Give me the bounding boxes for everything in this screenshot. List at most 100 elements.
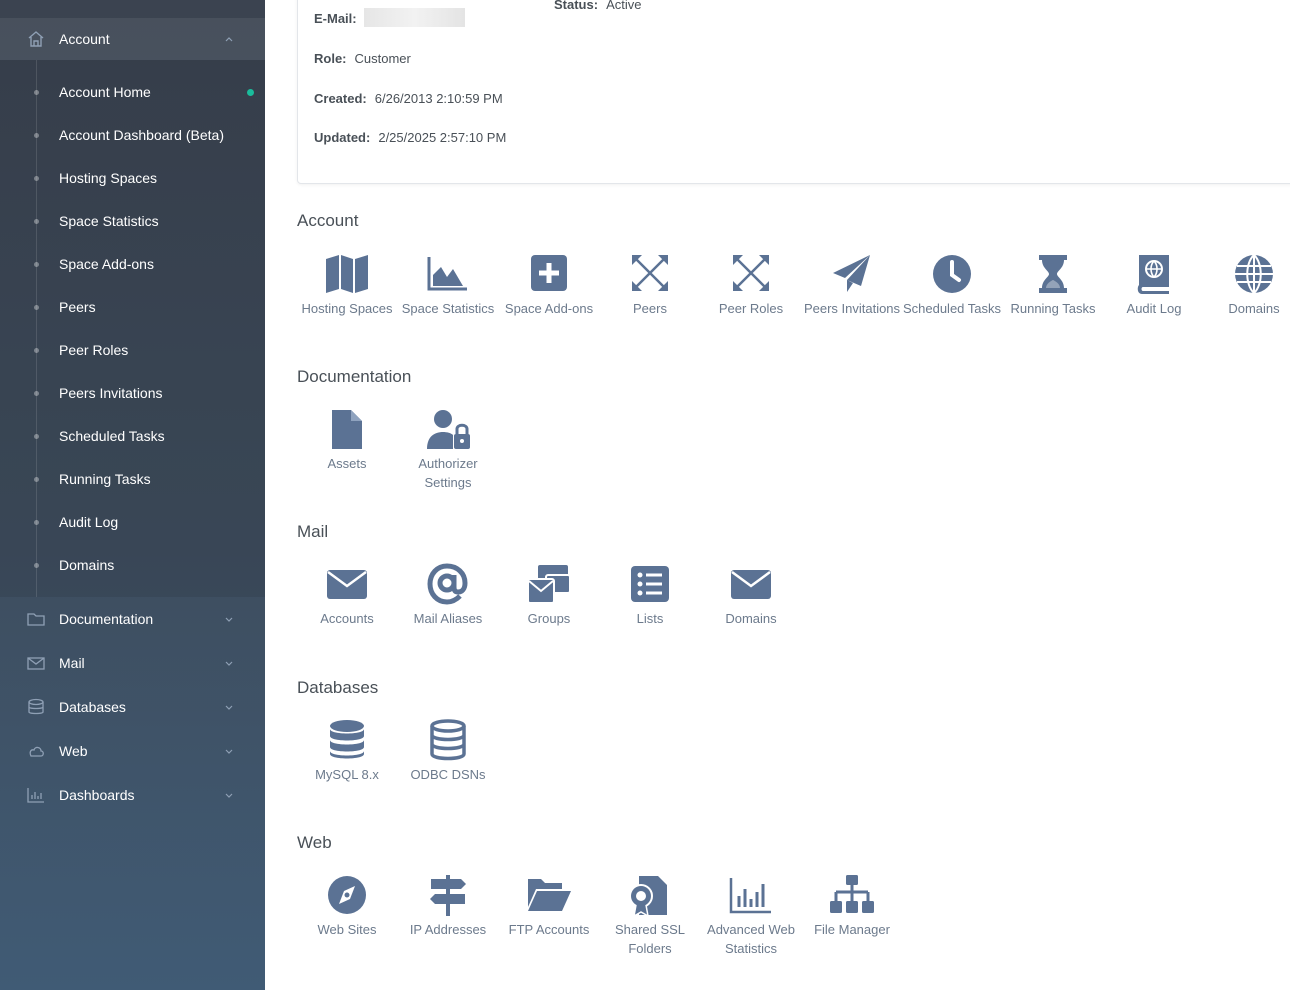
tile-space-addons[interactable]: Space Add-ons bbox=[499, 253, 599, 318]
database-outline-icon bbox=[430, 719, 466, 761]
sidebar-menu-mail[interactable]: Mail bbox=[0, 645, 265, 681]
sidebar-item-label: Peers Invitations bbox=[59, 385, 163, 401]
sitemap-icon bbox=[830, 875, 874, 913]
tile-odbc-dsns[interactable]: ODBC DSNs bbox=[398, 719, 498, 784]
active-indicator bbox=[247, 89, 254, 96]
tile-advanced-web-statistics[interactable]: Advanced Web Statistics bbox=[701, 874, 801, 958]
sidebar-item-peers[interactable]: Peers bbox=[0, 292, 265, 322]
sidebar-item-account-home[interactable]: Account Home bbox=[0, 77, 265, 107]
tile-label: FTP Accounts bbox=[508, 922, 590, 937]
tile-peers[interactable]: Peers bbox=[600, 253, 700, 318]
bullet-icon bbox=[34, 90, 39, 95]
tile-label: Space Statistics bbox=[401, 301, 495, 316]
tile-label: Advanced Web Statistics bbox=[707, 922, 795, 956]
email-field: E-Mail: bbox=[314, 11, 365, 26]
signpost-icon bbox=[430, 875, 466, 916]
sidebar-item-space-addons[interactable]: Space Add-ons bbox=[0, 249, 265, 279]
folder-open-icon bbox=[528, 879, 571, 911]
sidebar-menu-databases[interactable]: Databases bbox=[0, 689, 265, 725]
bullet-icon bbox=[34, 391, 39, 396]
sidebar-item-domains[interactable]: Domains bbox=[0, 550, 265, 580]
tile-authorizer-settings[interactable]: Authorizer Settings bbox=[398, 408, 498, 492]
email-label: E-Mail: bbox=[314, 11, 357, 26]
created-value: 6/26/2013 2:10:59 PM bbox=[374, 91, 503, 106]
tile-assets[interactable]: Assets bbox=[297, 408, 397, 473]
hourglass-icon bbox=[1039, 255, 1067, 293]
sidebar-item-audit-log[interactable]: Audit Log bbox=[0, 507, 265, 537]
tile-label: Shared SSL Folders bbox=[614, 922, 686, 956]
tile-ftp-accounts[interactable]: FTP Accounts bbox=[499, 874, 599, 939]
paper-plane-icon bbox=[833, 255, 870, 292]
tile-web-sites[interactable]: Web Sites bbox=[297, 874, 397, 939]
tile-label: Domains bbox=[725, 611, 777, 626]
envelope-icon bbox=[731, 570, 771, 599]
tile-running-tasks[interactable]: Running Tasks bbox=[1003, 253, 1103, 318]
tile-label: Web Sites bbox=[317, 922, 377, 937]
updated-value: 2/25/2025 2:57:10 PM bbox=[378, 130, 507, 145]
tile-mail-domains[interactable]: Domains bbox=[701, 563, 801, 628]
sidebar-section-account[interactable]: Account bbox=[0, 18, 265, 60]
chevron-down-icon[interactable] bbox=[224, 702, 234, 712]
chevron-down-icon[interactable] bbox=[224, 614, 234, 624]
tile-label: Domains bbox=[1228, 301, 1280, 316]
database-icon bbox=[28, 698, 44, 715]
sidebar-item-hosting-spaces[interactable]: Hosting Spaces bbox=[0, 163, 265, 193]
bullet-icon bbox=[34, 219, 39, 224]
sidebar-menu-web[interactable]: Web bbox=[0, 733, 265, 769]
at-sign-icon bbox=[427, 563, 468, 605]
tile-mail-aliases[interactable]: Mail Aliases bbox=[398, 563, 498, 628]
tile-peer-roles[interactable]: Peer Roles bbox=[701, 253, 801, 318]
section-title-documentation: Documentation bbox=[297, 367, 412, 386]
globe-icon bbox=[1235, 254, 1273, 294]
home-icon bbox=[28, 31, 44, 47]
tile-label: Peers Invitations bbox=[803, 301, 901, 316]
tile-ip-addresses[interactable]: IP Addresses bbox=[398, 874, 498, 939]
status-field: Status: Active bbox=[554, 0, 641, 12]
chevron-down-icon[interactable] bbox=[224, 746, 234, 756]
section-title-web: Web bbox=[297, 833, 332, 852]
role-label: Role: bbox=[314, 51, 347, 66]
tile-hosting-spaces[interactable]: Hosting Spaces bbox=[297, 253, 397, 318]
sidebar-item-running-tasks[interactable]: Running Tasks bbox=[0, 464, 265, 494]
sidebar-item-scheduled-tasks[interactable]: Scheduled Tasks bbox=[0, 421, 265, 451]
tile-domains[interactable]: Domains bbox=[1204, 253, 1290, 318]
sidebar-menu-label: Web bbox=[59, 743, 88, 759]
tile-label: Lists bbox=[636, 611, 664, 626]
chevron-down-icon[interactable] bbox=[224, 658, 234, 668]
tile-mail-accounts[interactable]: Accounts bbox=[297, 563, 397, 628]
tile-label: Mail Aliases bbox=[413, 611, 483, 626]
created-label: Created: bbox=[314, 91, 367, 106]
tile-mail-lists[interactable]: Lists bbox=[600, 563, 700, 628]
tile-label: Peer Roles bbox=[718, 301, 784, 316]
sidebar-item-label: Running Tasks bbox=[59, 471, 151, 487]
sidebar-item-peers-invitations[interactable]: Peers Invitations bbox=[0, 378, 265, 408]
sidebar-item-account-dashboard[interactable]: Account Dashboard (Beta) bbox=[0, 120, 265, 150]
sidebar-menu-dashboards[interactable]: Dashboards bbox=[0, 777, 265, 813]
sidebar-item-label: Space Statistics bbox=[59, 213, 159, 229]
chevron-down-icon[interactable] bbox=[224, 790, 234, 800]
chevron-up-icon[interactable] bbox=[224, 34, 234, 44]
tile-mail-groups[interactable]: Groups bbox=[499, 563, 599, 628]
tile-mysql[interactable]: MySQL 8.x bbox=[297, 719, 397, 784]
bullet-icon bbox=[34, 520, 39, 525]
sidebar-item-label: Peer Roles bbox=[59, 342, 129, 358]
sidebar-item-peer-roles[interactable]: Peer Roles bbox=[0, 335, 265, 365]
tile-peers-invitations[interactable]: Peers Invitations bbox=[802, 253, 902, 318]
sidebar-menu-label: Dashboards bbox=[59, 787, 135, 803]
tile-scheduled-tasks[interactable]: Scheduled Tasks bbox=[902, 253, 1002, 318]
bullet-icon bbox=[34, 305, 39, 310]
tile-label: Space Add-ons bbox=[504, 301, 594, 316]
tile-audit-log[interactable]: Audit Log bbox=[1104, 253, 1204, 318]
list-icon bbox=[631, 566, 669, 602]
tile-shared-ssl-folders[interactable]: Shared SSL Folders bbox=[600, 874, 700, 958]
tile-space-statistics[interactable]: Space Statistics bbox=[398, 253, 498, 318]
bullet-icon bbox=[34, 434, 39, 439]
tile-label: Hosting Spaces bbox=[301, 301, 393, 316]
section-title-account: Account bbox=[297, 211, 359, 230]
cloud-icon bbox=[29, 746, 44, 757]
tile-file-manager[interactable]: File Manager bbox=[802, 874, 902, 939]
tile-label: ODBC DSNs bbox=[410, 767, 486, 782]
area-chart-icon bbox=[427, 257, 467, 291]
sidebar-menu-documentation[interactable]: Documentation bbox=[0, 601, 265, 637]
sidebar-item-space-statistics[interactable]: Space Statistics bbox=[0, 206, 265, 236]
